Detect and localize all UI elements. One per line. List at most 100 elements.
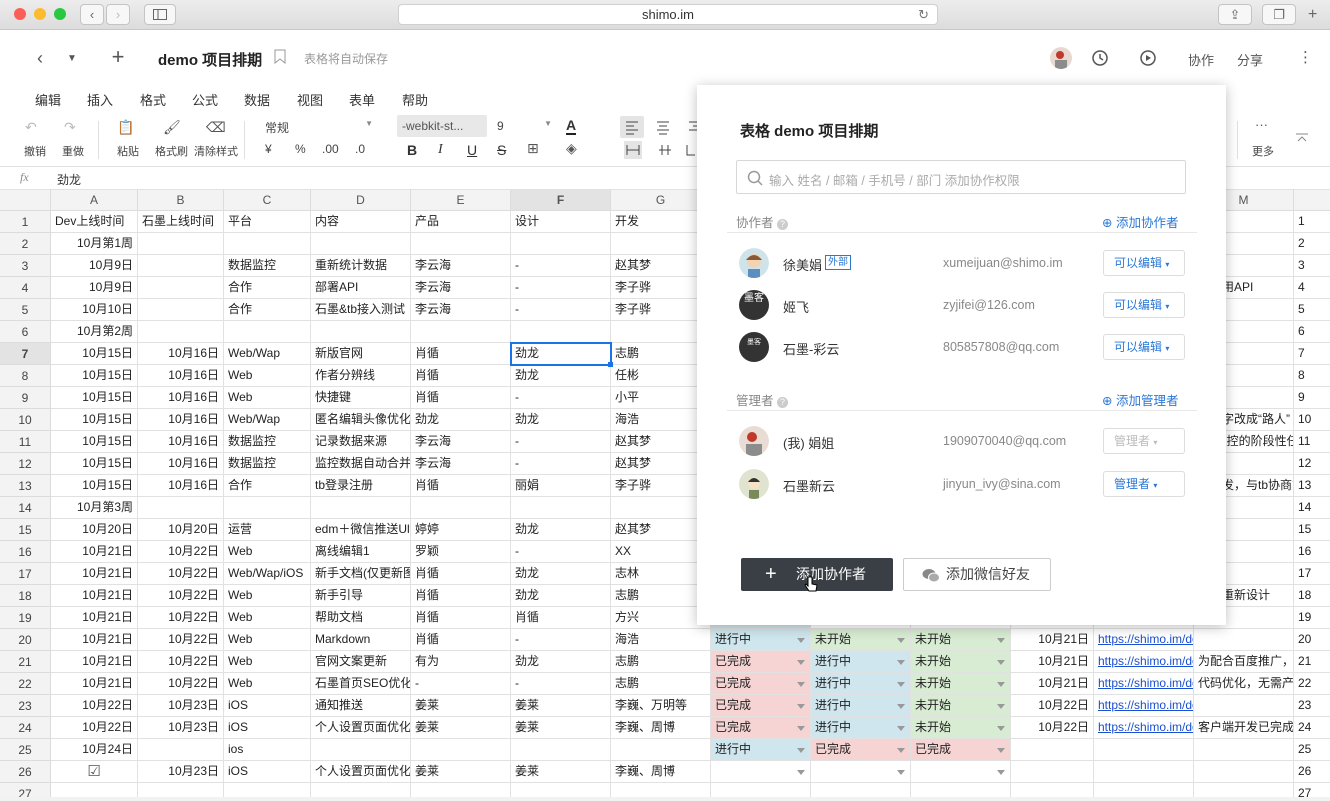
zoom-window-button[interactable] bbox=[54, 8, 66, 20]
column-header-a[interactable]: A bbox=[51, 190, 138, 211]
cell[interactable]: 10月22日 bbox=[138, 541, 224, 563]
cell[interactable]: 10月21日 bbox=[51, 563, 138, 585]
cell[interactable]: 10月21日 bbox=[1011, 673, 1094, 695]
status-dropdown-cell[interactable]: 已完成 bbox=[711, 717, 811, 739]
cell[interactable]: 个人设置页面优化 bbox=[311, 717, 411, 739]
cell[interactable]: 11 bbox=[1294, 431, 1330, 453]
decimal-decrease-button[interactable]: .0 bbox=[355, 142, 365, 156]
status-dropdown-cell[interactable]: 已完成 bbox=[911, 739, 1011, 761]
row-header[interactable]: 26 bbox=[0, 761, 51, 783]
cell[interactable] bbox=[311, 321, 411, 343]
cell[interactable]: edm＋微信推送Ultr bbox=[311, 519, 411, 541]
cell[interactable]: 劲龙 bbox=[511, 409, 611, 431]
cell[interactable]: 10月16日 bbox=[138, 343, 224, 365]
cell[interactable]: 10月20日 bbox=[51, 519, 138, 541]
cell[interactable]: 代码优化，无需产品设计 bbox=[1194, 673, 1294, 695]
cell[interactable]: 10月10日 bbox=[51, 299, 138, 321]
cell[interactable]: 赵其梦 bbox=[611, 431, 711, 453]
cell[interactable]: 小平 bbox=[611, 387, 711, 409]
font-size-select[interactable]: 9 ▼ bbox=[497, 119, 552, 133]
row-header[interactable]: 10 bbox=[0, 409, 51, 431]
cell[interactable]: 9 bbox=[1294, 387, 1330, 409]
cell[interactable]: 10月22日 bbox=[51, 695, 138, 717]
cell[interactable] bbox=[138, 497, 224, 519]
cell[interactable]: 10月第3周 bbox=[51, 497, 138, 519]
row-header[interactable]: 21 bbox=[0, 651, 51, 673]
cell[interactable]: 10月第1周 bbox=[51, 233, 138, 255]
status-dropdown-cell[interactable]: 未开始 bbox=[911, 695, 1011, 717]
add-collaborator-button[interactable]: + 添加协作者 bbox=[741, 558, 893, 592]
cell[interactable]: - bbox=[511, 431, 611, 453]
status-dropdown-cell[interactable]: 未开始 bbox=[911, 673, 1011, 695]
cell[interactable]: 肖循 bbox=[411, 563, 511, 585]
cell[interactable]: 赵其梦 bbox=[611, 255, 711, 277]
column-title-d[interactable]: 内容 bbox=[311, 211, 411, 233]
cell[interactable]: 10月9日 bbox=[51, 277, 138, 299]
share-sheet-icon[interactable]: ⇪ bbox=[1218, 4, 1252, 25]
cell[interactable]: 个人设置页面优化 bbox=[311, 761, 411, 783]
cell[interactable]: 10月21日 bbox=[1011, 629, 1094, 651]
redo-icon[interactable]: ↷ bbox=[64, 119, 76, 136]
cell[interactable] bbox=[411, 739, 511, 761]
menu-edit[interactable]: 编辑 bbox=[35, 90, 61, 109]
status-dropdown-cell[interactable]: 未开始 bbox=[911, 717, 1011, 739]
row-header[interactable]: 17 bbox=[0, 563, 51, 585]
cell[interactable]: 10月16日 bbox=[138, 475, 224, 497]
cell[interactable]: XX bbox=[611, 541, 711, 563]
history-icon[interactable] bbox=[1090, 48, 1110, 68]
permission-dropdown[interactable]: 可以编辑 ▾ bbox=[1103, 292, 1185, 318]
cell[interactable]: Web bbox=[224, 585, 311, 607]
cell[interactable]: 客户端开发已完成，等后 bbox=[1194, 717, 1294, 739]
more-toolbar-button[interactable]: 更多 bbox=[1252, 143, 1274, 159]
cell[interactable]: 李子骅 bbox=[611, 299, 711, 321]
row-header[interactable]: 12 bbox=[0, 453, 51, 475]
cell[interactable]: 婷婷 bbox=[411, 519, 511, 541]
cell[interactable]: - bbox=[511, 453, 611, 475]
cell[interactable]: 合作 bbox=[224, 299, 311, 321]
cell[interactable]: - bbox=[511, 299, 611, 321]
cell[interactable]: 姜莱 bbox=[511, 695, 611, 717]
menu-view[interactable]: 视图 bbox=[297, 90, 323, 109]
menu-data[interactable]: 数据 bbox=[244, 90, 270, 109]
cell[interactable]: 海浩 bbox=[611, 409, 711, 431]
row-header[interactable]: 16 bbox=[0, 541, 51, 563]
cell[interactable]: 新手引导 bbox=[311, 585, 411, 607]
status-dropdown-cell[interactable]: 已完成 bbox=[711, 695, 811, 717]
decimal-increase-button[interactable]: .00 bbox=[322, 142, 339, 156]
tabs-overview-icon[interactable]: ❐ bbox=[1262, 4, 1296, 25]
column-header-b[interactable]: B bbox=[138, 190, 224, 211]
cell[interactable] bbox=[611, 497, 711, 519]
selected-cell[interactable]: 劲龙 bbox=[511, 343, 611, 365]
cell[interactable] bbox=[511, 233, 611, 255]
cell[interactable]: 10月第2周 bbox=[51, 321, 138, 343]
paste-label[interactable]: 粘贴 bbox=[117, 143, 139, 159]
status-dropdown-cell[interactable]: 未开始 bbox=[811, 629, 911, 651]
cell[interactable]: 10月22日 bbox=[138, 673, 224, 695]
cell[interactable]: 官网文案更新 bbox=[311, 651, 411, 673]
cell[interactable] bbox=[1094, 761, 1194, 783]
cell[interactable]: 劲龙 bbox=[511, 365, 611, 387]
row-header[interactable]: 5 bbox=[0, 299, 51, 321]
cell[interactable] bbox=[138, 233, 224, 255]
cell[interactable]: 10月15日 bbox=[51, 453, 138, 475]
cell[interactable]: 10月21日 bbox=[51, 651, 138, 673]
status-dropdown-cell[interactable] bbox=[811, 761, 911, 783]
fill-color-icon[interactable]: ◈ bbox=[566, 140, 577, 157]
strike-button[interactable]: S bbox=[497, 142, 506, 158]
present-play-icon[interactable] bbox=[1138, 48, 1158, 68]
cell[interactable]: 10月15日 bbox=[51, 475, 138, 497]
row-header[interactable]: 24 bbox=[0, 717, 51, 739]
cell[interactable]: 13 bbox=[1294, 475, 1330, 497]
page-title[interactable]: demo 项目排期 bbox=[158, 49, 262, 70]
cell[interactable]: 数据监控 bbox=[224, 255, 311, 277]
cell[interactable]: 10 bbox=[1294, 409, 1330, 431]
cell[interactable]: 数据监控 bbox=[224, 431, 311, 453]
status-dropdown-cell[interactable]: 进行中 bbox=[711, 739, 811, 761]
cell[interactable]: 快捷键 bbox=[311, 387, 411, 409]
row-header[interactable]: 25 bbox=[0, 739, 51, 761]
row-header[interactable]: 23 bbox=[0, 695, 51, 717]
cell[interactable]: 李云海 bbox=[411, 431, 511, 453]
menu-insert[interactable]: 插入 bbox=[87, 90, 113, 109]
more-dots-icon[interactable]: ··· bbox=[1255, 117, 1268, 132]
cell[interactable]: 26 bbox=[1294, 761, 1330, 783]
